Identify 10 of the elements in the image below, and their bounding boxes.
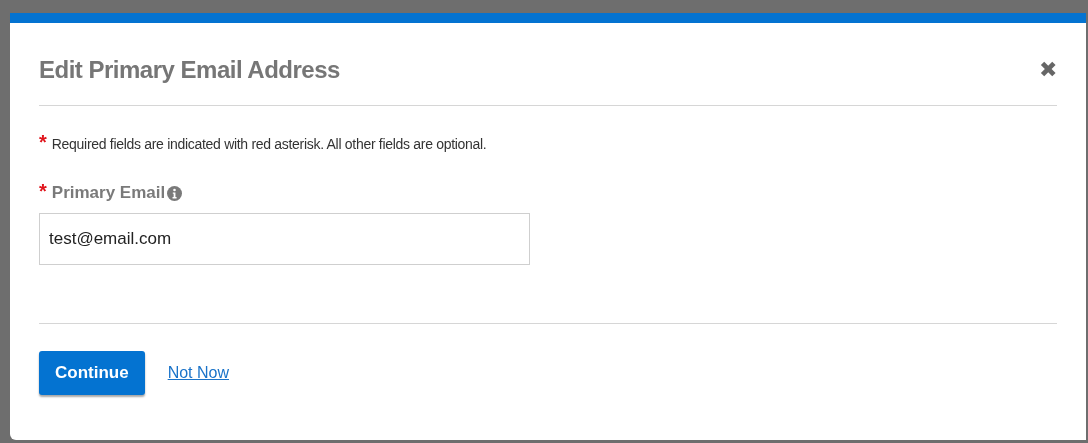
required-note: Required fields are indicated with red asterisk. All other fields are optional.	[51, 135, 487, 154]
info-icon[interactable]	[167, 186, 183, 201]
continue-button[interactable]: Continue	[39, 351, 145, 395]
email-field[interactable]: test@email.com	[39, 213, 530, 265]
not-now-link[interactable]: Not Now	[167, 361, 229, 385]
required-asterisk: *	[39, 183, 47, 199]
close-button[interactable]: ✖	[1039, 59, 1057, 81]
dialog-title: Edit Primary Email Address	[39, 55, 340, 85]
required-asterisk: *	[39, 134, 47, 150]
field-label: Primary Email	[51, 183, 166, 203]
